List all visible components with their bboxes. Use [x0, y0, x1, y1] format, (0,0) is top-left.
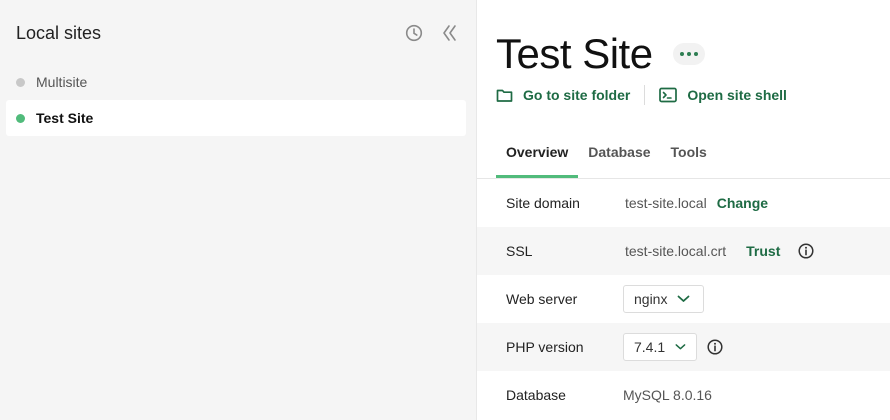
go-to-site-folder-label: Go to site folder — [523, 87, 631, 103]
site-item-label: Test Site — [36, 110, 94, 126]
site-domain-value: test-site.local — [625, 195, 707, 211]
status-dot-stopped — [16, 77, 25, 87]
status-dot-running — [16, 113, 25, 123]
go-to-site-folder-link[interactable]: Go to site folder — [496, 87, 630, 103]
sidebar-actions — [403, 22, 461, 44]
trust-cert-link[interactable]: Trust — [746, 243, 780, 259]
sidebar-header: Local sites — [16, 20, 461, 46]
page-title: Test Site — [496, 30, 653, 77]
ellipsis-dot-icon — [679, 52, 684, 56]
php-version-row: PHP version 7.4.1 — [477, 323, 890, 371]
open-site-shell-link[interactable]: Open site shell — [659, 87, 787, 103]
change-domain-link[interactable]: Change — [717, 195, 768, 211]
site-title-row: Test Site — [496, 30, 705, 78]
ellipsis-dot-icon — [693, 52, 698, 56]
sidebar: Local sites Multisite Test Site — [0, 0, 477, 420]
tab-bar: Overview Database Tools — [496, 132, 717, 178]
tab-database[interactable]: Database — [578, 132, 660, 178]
site-detail-panel: Test Site Go to site folder Open site sh… — [477, 0, 890, 420]
web-server-selected-value: nginx — [634, 291, 668, 307]
tab-tools[interactable]: Tools — [661, 132, 717, 178]
clock-icon[interactable] — [403, 22, 425, 44]
tab-overview[interactable]: Overview — [496, 132, 579, 178]
web-server-value-cell: nginx — [623, 285, 704, 313]
site-domain-label: Site domain — [506, 195, 580, 211]
web-server-label: Web server — [506, 291, 578, 307]
database-value: MySQL 8.0.16 — [623, 387, 712, 403]
php-version-label: PHP version — [506, 339, 584, 355]
chevron-down-icon — [675, 344, 686, 350]
web-server-row: Web server nginx — [477, 275, 890, 323]
php-version-select[interactable]: 7.4.1 — [623, 333, 697, 361]
double-chevron-left-icon[interactable] — [439, 22, 461, 44]
open-site-shell-label: Open site shell — [687, 87, 787, 103]
site-list: Multisite Test Site — [6, 64, 466, 136]
ssl-label: SSL — [506, 243, 533, 259]
database-row: Database MySQL 8.0.16 — [477, 371, 890, 419]
terminal-icon — [659, 87, 678, 103]
database-label: Database — [506, 387, 566, 403]
info-icon[interactable] — [707, 339, 723, 355]
ssl-value-cell: test-site.local.crt Trust — [625, 243, 814, 259]
link-divider — [644, 85, 646, 105]
sidebar-title: Local sites — [16, 22, 102, 43]
overview-table: Site domain test-site.local Change SSL t… — [477, 179, 890, 419]
php-version-selected-value: 7.4.1 — [634, 339, 666, 355]
ssl-row: SSL test-site.local.crt Trust — [477, 227, 890, 275]
ellipsis-dot-icon — [686, 52, 691, 56]
php-version-value-cell: 7.4.1 — [623, 333, 723, 361]
site-domain-row: Site domain test-site.local Change — [477, 179, 890, 227]
ssl-cert-value: test-site.local.crt — [625, 243, 727, 259]
web-server-select[interactable]: nginx — [623, 285, 704, 313]
site-domain-value-cell: test-site.local Change — [625, 195, 768, 211]
folder-icon — [496, 89, 513, 102]
chevron-down-icon — [678, 295, 690, 302]
more-options-button[interactable] — [672, 43, 705, 65]
site-item-test-site[interactable]: Test Site — [6, 100, 466, 136]
info-icon[interactable] — [798, 243, 814, 259]
quick-links: Go to site folder Open site shell — [496, 84, 787, 106]
site-item-label: Multisite — [36, 74, 88, 90]
site-item-multisite[interactable]: Multisite — [6, 64, 466, 100]
